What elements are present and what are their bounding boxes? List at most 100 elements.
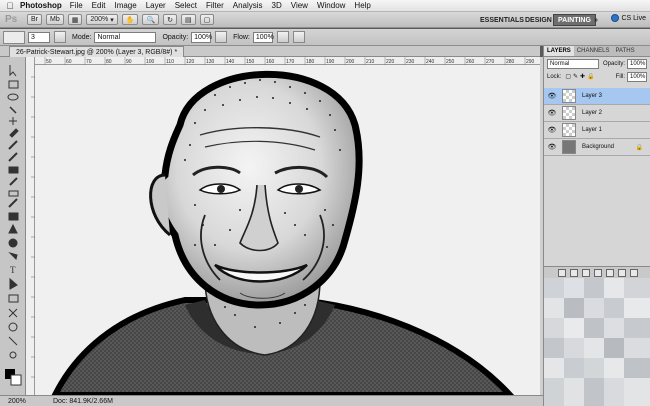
menu-item-edit[interactable]: Edit (92, 1, 106, 10)
layer-name: Layer 3 (582, 93, 603, 99)
fill-label: Fill: (615, 73, 625, 80)
application-bar: Ps Br Mb ▦ 200% ▾ ✋ 🔍 ↻ ▤ ▢ ESSENTIALS D… (0, 12, 650, 28)
tab-layers[interactable]: LAYERS (544, 46, 574, 56)
tool-icons[interactable]: T (0, 57, 26, 395)
layer-thumbnail (562, 123, 576, 137)
document-tab[interactable]: 26-Patrick-Stewart.jpg @ 200% (Layer 3, … (9, 46, 185, 57)
menu-item-image[interactable]: Image (114, 1, 136, 10)
group-icon[interactable] (605, 268, 614, 277)
layer-thumbnail (562, 89, 576, 103)
opacity-label: Opacity: (162, 33, 189, 41)
flow-value: 100% (255, 33, 274, 41)
opacity-field[interactable]: 100% (191, 31, 213, 43)
lock-label: Lock: (547, 73, 562, 80)
blend-row: Normal Opacity: 100% (544, 57, 650, 70)
screen-mode-button[interactable]: ▢ (199, 14, 215, 25)
fill-value: 100% (630, 73, 646, 80)
vertical-ruler-ticks (31, 76, 35, 378)
menu-item-layer[interactable]: Layer (146, 1, 166, 10)
view-extras-button[interactable]: ▦ (67, 14, 83, 25)
apple-icon[interactable]:  (0, 1, 20, 11)
layers-panel: LAYERS CHANNELS PATHS Normal Opacity: 10… (543, 46, 650, 278)
document-canvas[interactable] (35, 65, 540, 395)
tool-preset-picker[interactable] (3, 30, 25, 44)
lock-icon: 🔒 (635, 144, 643, 151)
lock-icons[interactable]: ▢✎✚🔒 (565, 73, 596, 80)
options-bar: 3 Mode: Normal Opacity: 100% Flow: 100% (0, 29, 650, 46)
workspace-design[interactable]: DESIGN (521, 14, 556, 26)
background-thumbnail (562, 140, 576, 154)
fx-icon[interactable] (569, 268, 578, 277)
eye-icon[interactable]: 👁 (547, 109, 557, 117)
pressure-opacity-toggle[interactable] (215, 31, 228, 43)
layers-panel-footer (544, 266, 650, 278)
mode-select[interactable]: Normal (94, 31, 157, 43)
menu-item-file[interactable]: File (70, 1, 83, 10)
blend-mode-select[interactable]: Normal (547, 58, 599, 69)
menu-item-help[interactable]: Help (354, 1, 370, 10)
tab-paths[interactable]: PATHS (612, 46, 637, 56)
lock-row: Lock: ▢✎✚🔒 Fill: 100% (544, 70, 650, 83)
pressure-size-toggle[interactable] (292, 31, 305, 43)
cs-live-label: CS Live (621, 14, 646, 22)
status-bar: 200% Doc: 841.9K/2.66M (0, 395, 543, 406)
app-menu[interactable]: Photoshop (20, 1, 62, 10)
trash-icon[interactable] (629, 268, 638, 277)
menu-item-3d[interactable]: 3D (272, 1, 282, 10)
panel-opacity-label: Opacity: (602, 60, 625, 67)
zoom-level-select[interactable]: 200% ▾ (86, 14, 118, 25)
bridge-button[interactable]: Br (27, 14, 42, 25)
mini-bridge-button[interactable]: Mb (46, 14, 64, 25)
airbrush-toggle[interactable] (276, 31, 289, 43)
blend-mode-value: Normal (550, 60, 570, 67)
panel-opacity-field[interactable]: 100% (627, 58, 647, 69)
tab-channels[interactable]: CHANNELS (574, 46, 613, 56)
brush-panel-toggle[interactable] (54, 31, 66, 43)
status-zoom[interactable]: 200% (8, 398, 48, 405)
flow-field[interactable]: 100% (252, 31, 274, 43)
horizontal-ruler: 50 60 70 80 90 100 110 120 130 140 150 160 170 180 190… (35, 57, 555, 65)
brush-size-picker[interactable]: 3 (28, 31, 50, 43)
cs-live-button[interactable]: CS Live (611, 14, 646, 22)
layer-row-layer-3[interactable]: 👁 Layer 3 (544, 88, 650, 105)
ps-logo: Ps (5, 14, 18, 25)
pixelated-preview (544, 278, 650, 406)
layer-row-layer-1[interactable]: 👁 Layer 1 (544, 122, 650, 139)
workspace-more[interactable]: » (590, 14, 602, 26)
menu-item-view[interactable]: View (291, 1, 308, 10)
eye-icon[interactable]: 👁 (547, 143, 557, 151)
hand-tool-button[interactable]: ✋ (121, 14, 139, 25)
menu-item-filter[interactable]: Filter (206, 1, 224, 10)
menu-item-window[interactable]: Window (317, 1, 345, 10)
fill-field[interactable]: 100% (627, 71, 647, 82)
status-doc-size[interactable]: Doc: 841.9K/2.66M (53, 398, 113, 405)
new-layer-icon[interactable] (617, 268, 626, 277)
mask-icon[interactable] (581, 268, 590, 277)
cs-live-icon (611, 14, 620, 22)
panel-opacity-value: 100% (630, 60, 646, 67)
menu-item-select[interactable]: Select (175, 1, 197, 10)
eye-icon[interactable]: 👁 (547, 126, 557, 134)
layer-name: Layer 1 (582, 127, 603, 133)
layer-row-background[interactable]: 👁 Background 🔒 (544, 139, 650, 156)
brush-size-value: 3 (31, 33, 35, 41)
menu-bar:  Photoshop File Edit Image Layer Select Filt… (0, 0, 650, 12)
menu-items: File Edit Image Layer Select Filter Analysis 3D… (70, 1, 380, 10)
layer-thumbnail (562, 106, 576, 120)
vertical-ruler (26, 57, 35, 395)
arrange-documents-button[interactable]: ▤ (181, 14, 196, 25)
layer-row-layer-2[interactable]: 👁 Layer 2 (544, 105, 650, 122)
rotate-view-button[interactable]: ↻ (163, 14, 178, 25)
panel-tabs: LAYERS CHANNELS PATHS (544, 46, 650, 57)
document-tab-bar: 26-Patrick-Stewart.jpg @ 200% (Layer 3, … (0, 46, 540, 57)
link-layers-icon[interactable] (557, 268, 566, 277)
eye-icon[interactable]: 👁 (547, 92, 557, 100)
opacity-value: 100% (194, 33, 213, 41)
ruler-ticks: 50 60 70 80 90 100 110 120 130 140 150 160 170 180 190… (44, 57, 555, 65)
zoom-tool-button[interactable]: 🔍 (142, 14, 160, 25)
adjustment-layer-icon[interactable] (593, 268, 602, 277)
layer-name: Background (582, 144, 615, 150)
menu-item-analysis[interactable]: Analysis (233, 1, 263, 10)
pixel-preview-area (543, 278, 650, 406)
layer-name: Layer 2 (582, 110, 603, 116)
